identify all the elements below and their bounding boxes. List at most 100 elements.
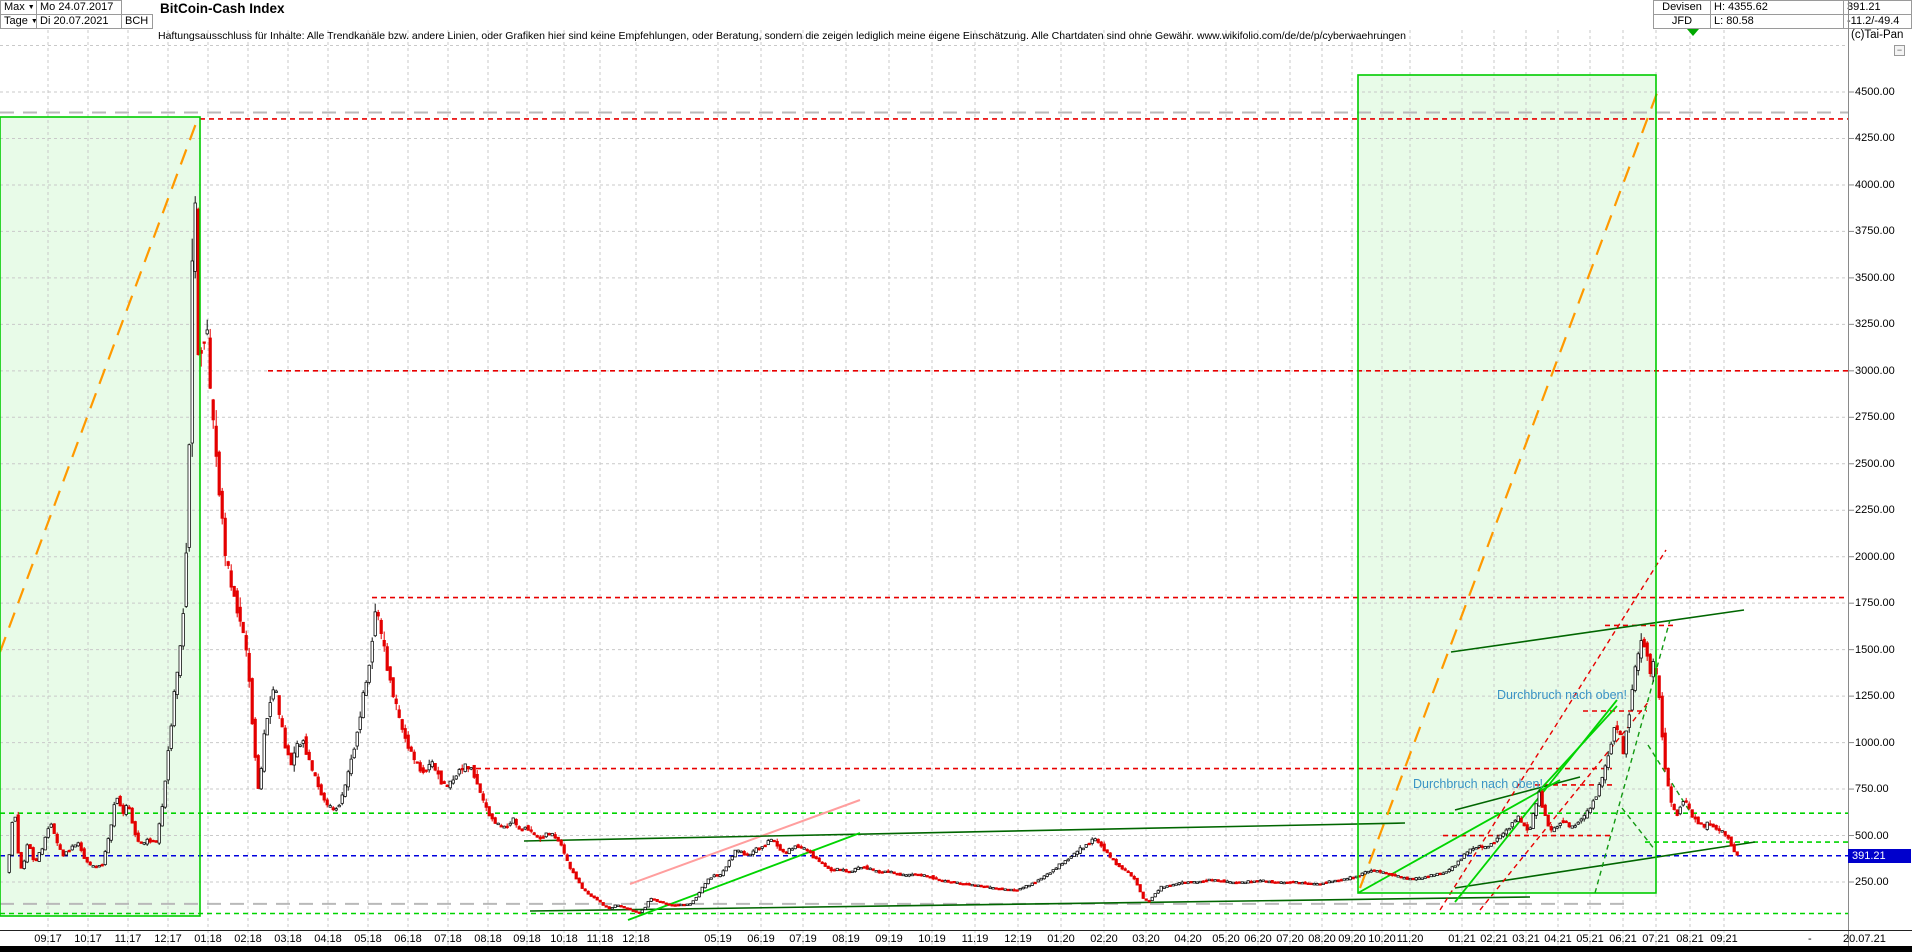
candle-body xyxy=(898,872,902,876)
candle-body xyxy=(508,822,512,826)
candle-body xyxy=(1135,877,1139,886)
date-from-field[interactable]: Mo 24.07.2017 xyxy=(36,0,122,15)
candle-body xyxy=(76,842,80,847)
timeframe-dropdown[interactable]: Tage▼ xyxy=(0,14,37,29)
candle-body xyxy=(1642,638,1646,648)
candle-body xyxy=(1588,807,1592,814)
candle-body xyxy=(547,832,551,836)
candle-body xyxy=(916,873,920,877)
candle-body xyxy=(544,832,548,838)
candle-body xyxy=(175,671,179,696)
symbol-field[interactable]: BCH xyxy=(121,14,153,29)
candle-body xyxy=(205,329,209,335)
candle-body xyxy=(1537,791,1541,807)
candle-body xyxy=(1084,844,1088,848)
date-to-field[interactable]: Di 20.07.2021 xyxy=(36,14,122,29)
candle-body xyxy=(1330,880,1334,884)
candle-body xyxy=(217,451,221,496)
collapse-axis-button[interactable]: − xyxy=(1894,45,1905,56)
candle-body xyxy=(1276,881,1280,884)
candle-body xyxy=(1285,881,1289,884)
candle-body xyxy=(94,865,98,869)
candle-body xyxy=(868,867,872,871)
y-axis-label: 2000.00 xyxy=(1855,550,1895,563)
candle-body xyxy=(235,590,239,614)
candle-body xyxy=(1156,890,1160,894)
candle-body xyxy=(1516,815,1520,823)
candle-body xyxy=(1684,800,1688,803)
candle-body xyxy=(904,874,908,877)
candle-body xyxy=(604,905,608,908)
candle-body xyxy=(691,900,695,904)
period-dropdown[interactable]: Max ▼ xyxy=(0,0,37,15)
candle-body xyxy=(1042,875,1046,880)
candle-body xyxy=(271,689,275,700)
candle-body xyxy=(493,817,497,824)
x-axis-label: 03.18 xyxy=(274,933,302,945)
candle-body xyxy=(151,839,155,843)
x-axis-label: 10.17 xyxy=(74,933,102,945)
candle-body xyxy=(592,895,596,899)
candle-body xyxy=(1726,834,1730,839)
candle-body xyxy=(1147,900,1151,903)
candle-body xyxy=(937,878,941,882)
candle-body xyxy=(832,869,836,872)
candle-body xyxy=(169,725,173,749)
candle-body xyxy=(1324,881,1328,885)
candle-body xyxy=(1024,885,1028,889)
candle-body xyxy=(970,883,974,887)
candle-body xyxy=(475,774,479,785)
candle-body xyxy=(1333,879,1337,883)
candle-body xyxy=(1651,661,1655,678)
candle-body xyxy=(631,909,635,912)
candle-body xyxy=(250,678,254,725)
x-axis-label: 07.18 xyxy=(434,933,462,945)
dark-green-trend-line xyxy=(523,822,1406,842)
candle-body xyxy=(427,764,431,771)
candle-body xyxy=(190,260,194,444)
candle-body xyxy=(571,868,575,874)
candle-body xyxy=(538,836,542,840)
candle-body xyxy=(1660,695,1664,738)
price-chart-canvas[interactable] xyxy=(0,0,1912,952)
candle-body xyxy=(1633,666,1637,691)
candle-body xyxy=(574,871,578,880)
candle-body xyxy=(1639,640,1643,659)
candle-body xyxy=(1552,827,1556,833)
candle-body xyxy=(1351,877,1355,880)
candle-body xyxy=(289,752,293,766)
candle-body xyxy=(1279,881,1283,884)
candle-body xyxy=(394,698,398,705)
candle-body xyxy=(481,793,485,801)
candle-body xyxy=(223,517,227,556)
x-axis-label: 08.18 xyxy=(474,933,502,945)
candle-body xyxy=(934,877,938,880)
candle-body xyxy=(682,903,686,907)
candle-body xyxy=(838,868,842,872)
candle-body xyxy=(1561,820,1565,824)
candle-body xyxy=(1189,881,1193,884)
candle-body xyxy=(364,681,368,696)
candle-body xyxy=(214,425,218,457)
candle-body xyxy=(436,770,440,775)
candle-body xyxy=(1390,873,1394,876)
candle-body xyxy=(880,871,884,874)
candle-body xyxy=(1615,725,1619,731)
candle-body xyxy=(1339,879,1343,882)
candle-body xyxy=(1015,889,1019,892)
candle-body xyxy=(640,909,644,913)
candle-body xyxy=(466,766,470,770)
candle-body xyxy=(1450,866,1454,871)
candle-body xyxy=(295,743,299,758)
candle-body xyxy=(91,865,95,868)
candle-body xyxy=(715,874,719,877)
candle-body xyxy=(784,851,788,854)
candle-body xyxy=(1081,847,1085,851)
candle-body xyxy=(1591,800,1595,809)
candle-body xyxy=(694,896,698,901)
candle-body xyxy=(541,836,545,839)
candle-body xyxy=(259,768,263,790)
candle-body xyxy=(37,852,41,862)
candle-body xyxy=(1300,882,1304,885)
candle-body xyxy=(991,887,995,890)
